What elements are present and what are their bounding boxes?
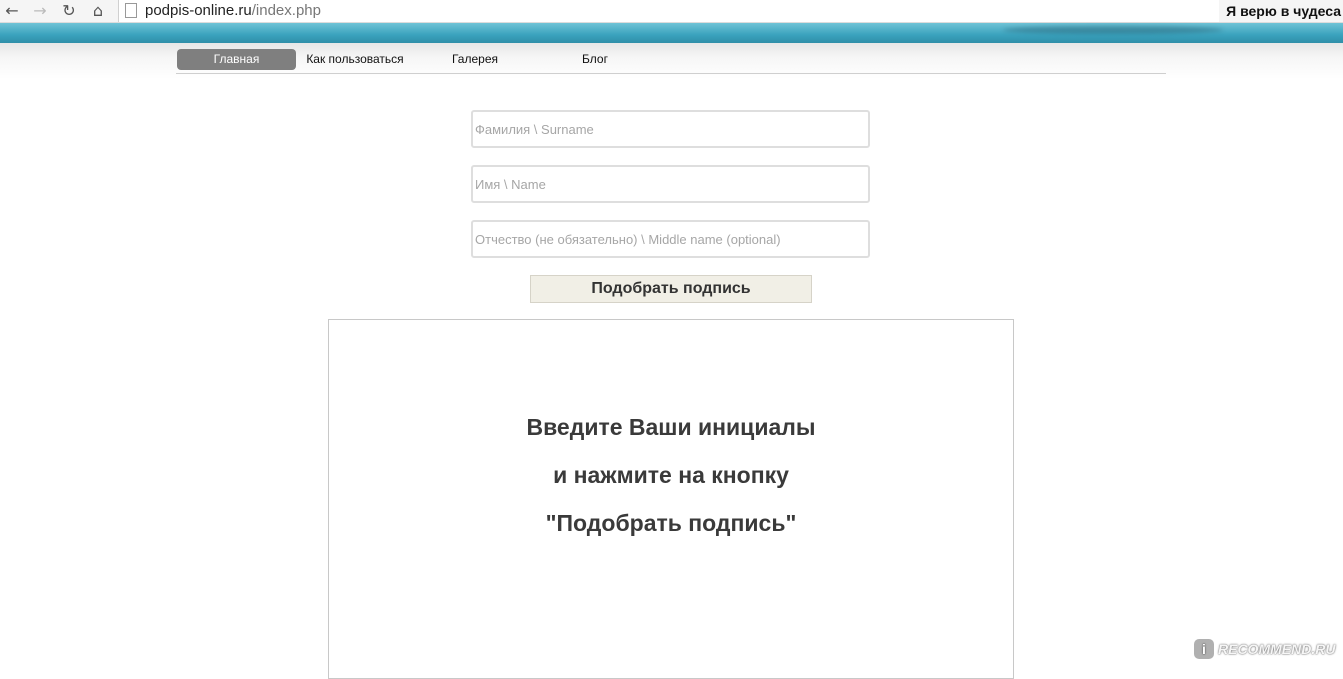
menu-item-how-to-use[interactable]: Как пользоваться: [300, 49, 410, 70]
home-button[interactable]: ⌂: [88, 1, 108, 21]
watermark-logo-icon: i: [1194, 639, 1214, 659]
generate-signature-button[interactable]: Подобрать подпись: [530, 275, 812, 303]
browser-toolbar: ← → ↻ ⌂ podpis-online.ru/index.php Я вер…: [0, 0, 1343, 23]
address-bar[interactable]: podpis-online.ru/index.php: [118, 0, 1219, 22]
url-text[interactable]: podpis-online.ru/index.php: [145, 1, 321, 21]
menu-item-home[interactable]: Главная: [177, 49, 296, 70]
reload-icon: ↻: [62, 1, 76, 20]
url-path: /index.php: [251, 2, 321, 19]
surname-input[interactable]: [471, 110, 870, 148]
watermark: i RECOMMEND.RU: [1194, 636, 1335, 662]
forward-button[interactable]: →: [30, 1, 50, 21]
reload-button[interactable]: ↻: [59, 1, 79, 21]
result-instruction-line-2: и нажмите на кнопку: [553, 462, 789, 488]
extension-text: Я верю в чудеса: [1226, 3, 1341, 19]
menu-divider: [176, 73, 1166, 74]
result-instruction-line-3: "Подобрать подпись": [545, 510, 797, 536]
home-icon: ⌂: [92, 1, 104, 20]
arrow-right-icon: →: [33, 1, 47, 20]
watermark-text: RECOMMEND.RU: [1218, 641, 1336, 657]
back-button[interactable]: ←: [2, 1, 22, 21]
result-instruction-line-1: Введите Ваши инициалы: [526, 414, 816, 440]
page-icon: [125, 3, 137, 18]
signature-result-box: Введите Ваши инициалы и нажмите на кнопк…: [328, 319, 1014, 679]
name-input[interactable]: [471, 165, 870, 203]
header-decoration: [1003, 26, 1223, 34]
menu-item-blog[interactable]: Блог: [560, 49, 630, 70]
menu-item-gallery[interactable]: Галерея: [430, 49, 520, 70]
arrow-left-icon: ←: [5, 1, 19, 20]
url-host: podpis-online.ru: [145, 2, 252, 19]
middle-name-input[interactable]: [471, 220, 870, 258]
